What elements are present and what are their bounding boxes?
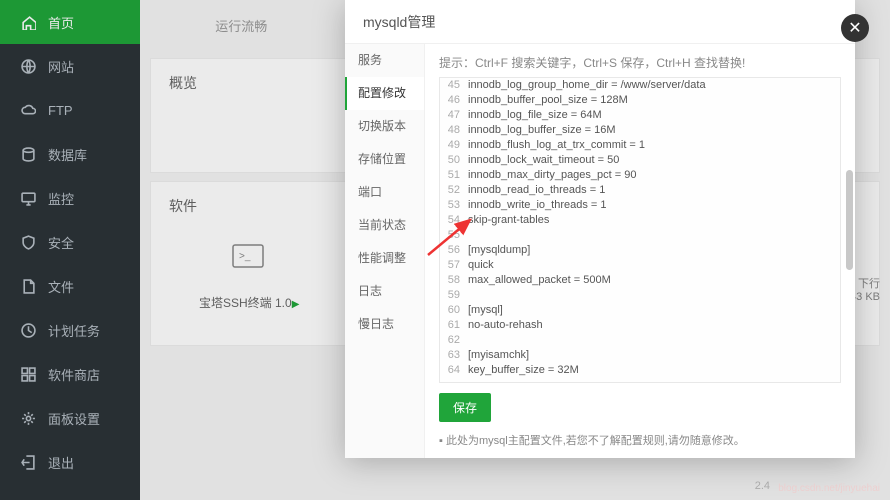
line-number: 58 [440, 273, 468, 288]
code-line[interactable]: 45innodb_log_group_home_dir = /www/serve… [440, 78, 840, 93]
line-content[interactable]: max_allowed_packet = 500M [468, 273, 840, 288]
line-number: 47 [440, 108, 468, 123]
modal-tab[interactable]: 配置修改 [345, 77, 424, 110]
line-number: 54 [440, 213, 468, 228]
code-line[interactable]: 48innodb_log_buffer_size = 16M [440, 123, 840, 138]
modal-title: mysqld管理 [345, 0, 855, 44]
modal-tab[interactable]: 当前状态 [345, 209, 424, 242]
modal-tab[interactable]: 端口 [345, 176, 424, 209]
close-icon[interactable]: ✕ [841, 14, 869, 42]
line-content[interactable] [468, 288, 840, 303]
watermark: blog.csdn.net/jinyuehai [778, 483, 880, 494]
line-number: 53 [440, 198, 468, 213]
line-content[interactable]: innodb_flush_log_at_trx_commit = 1 [468, 138, 840, 153]
line-content[interactable] [468, 333, 840, 348]
code-line[interactable]: 46innodb_buffer_pool_size = 128M [440, 93, 840, 108]
line-number: 62 [440, 333, 468, 348]
line-content[interactable]: innodb_log_buffer_size = 16M [468, 123, 840, 138]
line-number: 61 [440, 318, 468, 333]
line-content[interactable]: key_buffer_size = 32M [468, 363, 840, 378]
scrollbar-thumb[interactable] [846, 170, 853, 270]
line-number: 56 [440, 243, 468, 258]
line-number: 60 [440, 303, 468, 318]
code-line[interactable]: 63[myisamchk] [440, 348, 840, 363]
modal-tab[interactable]: 存储位置 [345, 143, 424, 176]
code-line[interactable]: 59 [440, 288, 840, 303]
code-line[interactable]: 51innodb_max_dirty_pages_pct = 90 [440, 168, 840, 183]
mysqld-modal: mysqld管理 ✕ 服务配置修改切换版本存储位置端口当前状态性能调整日志慢日志… [345, 0, 855, 458]
code-line[interactable]: 56[mysqldump] [440, 243, 840, 258]
modal-tab[interactable]: 日志 [345, 275, 424, 308]
line-number: 49 [440, 138, 468, 153]
line-content[interactable]: [mysqldump] [468, 243, 840, 258]
config-note: 此处为mysql主配置文件,若您不了解配置规则,请勿随意修改。 [439, 432, 841, 448]
line-content[interactable]: innodb_log_file_size = 64M [468, 108, 840, 123]
line-number: 55 [440, 228, 468, 243]
line-content[interactable]: [myisamchk] [468, 348, 840, 363]
line-number: 45 [440, 78, 468, 93]
code-line[interactable]: 53innodb_write_io_threads = 1 [440, 198, 840, 213]
line-content[interactable]: innodb_max_dirty_pages_pct = 90 [468, 168, 840, 183]
line-number: 63 [440, 348, 468, 363]
line-number: 59 [440, 288, 468, 303]
modal-tab[interactable]: 性能调整 [345, 242, 424, 275]
hint-text: 提示：Ctrl+F 搜索关键字，Ctrl+S 保存，Ctrl+H 查找替换! [439, 54, 841, 71]
code-line[interactable]: 57quick [440, 258, 840, 273]
code-line[interactable]: 64key_buffer_size = 32M [440, 363, 840, 378]
line-content[interactable]: innodb_log_group_home_dir = /www/server/… [468, 78, 840, 93]
line-content[interactable]: no-auto-rehash [468, 318, 840, 333]
line-number: 48 [440, 123, 468, 138]
code-line[interactable]: 52innodb_read_io_threads = 1 [440, 183, 840, 198]
line-number: 50 [440, 153, 468, 168]
line-number: 46 [440, 93, 468, 108]
modal-tab[interactable]: 切换版本 [345, 110, 424, 143]
code-line[interactable]: 61no-auto-rehash [440, 318, 840, 333]
line-content[interactable]: quick [468, 258, 840, 273]
code-line[interactable]: 50innodb_lock_wait_timeout = 50 [440, 153, 840, 168]
line-number: 57 [440, 258, 468, 273]
footer-number: 2.4 [755, 480, 770, 492]
code-line[interactable]: 47innodb_log_file_size = 64M [440, 108, 840, 123]
code-line[interactable]: 58max_allowed_packet = 500M [440, 273, 840, 288]
code-line[interactable]: 49innodb_flush_log_at_trx_commit = 1 [440, 138, 840, 153]
line-content[interactable]: innodb_buffer_pool_size = 128M [468, 93, 840, 108]
line-number: 52 [440, 183, 468, 198]
code-line[interactable]: 62 [440, 333, 840, 348]
code-line[interactable]: 54skip-grant-tables [440, 213, 840, 228]
modal-sidebar: 服务配置修改切换版本存储位置端口当前状态性能调整日志慢日志 [345, 44, 425, 458]
line-content[interactable]: innodb_read_io_threads = 1 [468, 183, 840, 198]
modal-tab[interactable]: 慢日志 [345, 308, 424, 341]
config-editor[interactable]: 45innodb_log_group_home_dir = /www/serve… [439, 77, 841, 383]
line-content[interactable]: innodb_lock_wait_timeout = 50 [468, 153, 840, 168]
line-content[interactable] [468, 228, 840, 243]
line-number: 64 [440, 363, 468, 378]
line-number: 51 [440, 168, 468, 183]
modal-content: 提示：Ctrl+F 搜索关键字，Ctrl+S 保存，Ctrl+H 查找替换! 4… [425, 44, 855, 458]
code-line[interactable]: 55 [440, 228, 840, 243]
modal-tab[interactable]: 服务 [345, 44, 424, 77]
line-content[interactable]: [mysql] [468, 303, 840, 318]
save-button[interactable]: 保存 [439, 393, 491, 422]
code-line[interactable]: 60[mysql] [440, 303, 840, 318]
line-content[interactable]: innodb_write_io_threads = 1 [468, 198, 840, 213]
line-content[interactable]: skip-grant-tables [468, 213, 840, 228]
